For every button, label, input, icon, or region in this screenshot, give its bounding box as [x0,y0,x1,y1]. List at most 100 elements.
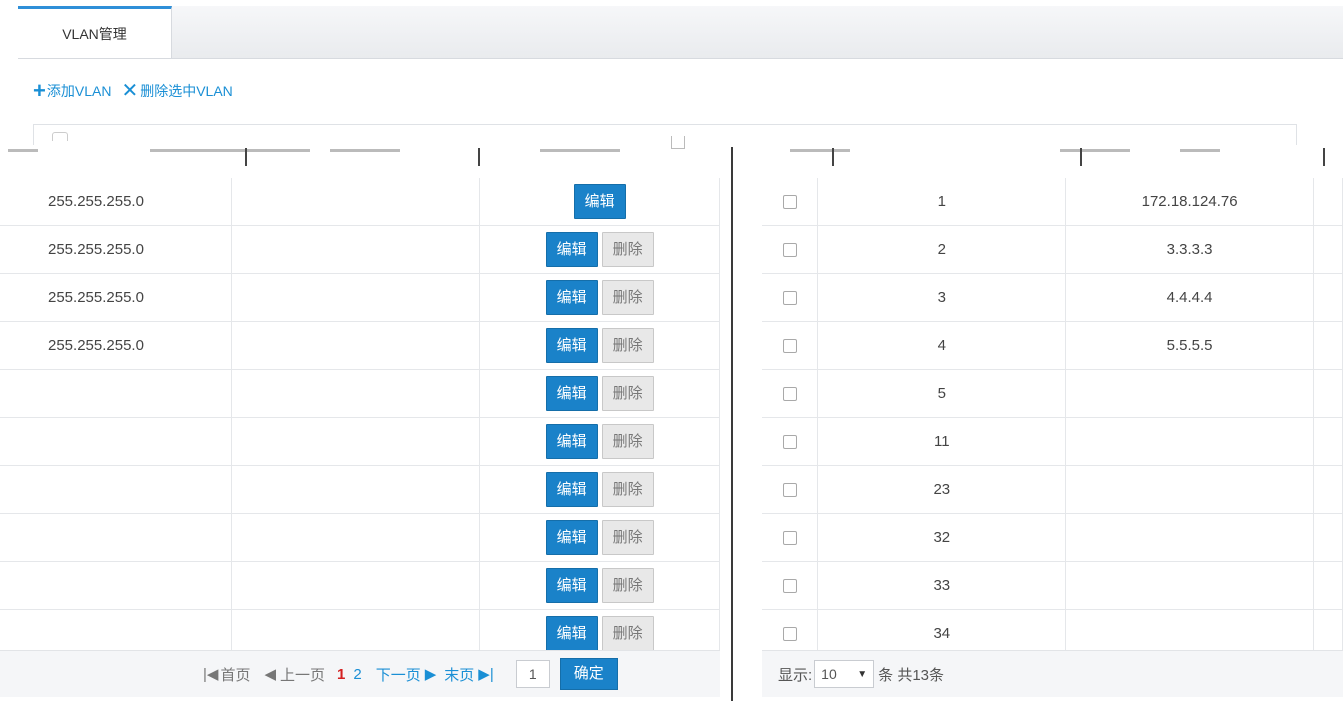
checkbox-cell [762,225,819,274]
page-size-select[interactable]: 10 ▼ [814,660,875,688]
row-checkbox[interactable] [782,243,797,258]
add-vlan-button[interactable]: + 添加VLAN [33,80,111,102]
empty-cell [1313,273,1343,322]
pane-divider [731,147,733,701]
page-link-2[interactable]: 2 [353,666,361,683]
next-page-link[interactable]: 下一页 [376,664,421,685]
delete-button[interactable]: 删除 [601,376,654,411]
mask-cell: 255.255.255.0 [0,273,233,322]
edit-button[interactable]: 编辑 [545,616,598,651]
row-checkbox[interactable] [782,291,797,306]
edit-button[interactable]: 编辑 [545,376,598,411]
empty-cell [231,465,481,514]
header-smudge [1180,149,1220,152]
checkbox-cell [762,417,819,466]
ops-cell: 编辑 删除 [479,321,720,370]
edit-button[interactable]: 编辑 [545,232,598,267]
last-page-icon[interactable]: ▶| [478,665,493,683]
prev-page-icon: ◀ [264,666,276,683]
row-checkbox[interactable] [782,579,797,594]
checkbox-cell [762,321,819,370]
first-page-link[interactable]: 首页 [220,664,250,685]
edit-button[interactable]: 编辑 [545,520,598,555]
tab-bar: VLAN管理 [18,6,1343,59]
first-page-icon: |◀ [203,666,219,683]
empty-cell [1313,465,1343,514]
header-smudge [8,149,38,152]
vlan-id-cell: 32 [817,513,1067,562]
row-checkbox[interactable] [782,531,797,546]
delete-button[interactable]: 删除 [601,232,654,267]
edit-button[interactable]: 编辑 [545,280,598,315]
edit-button[interactable]: 编辑 [545,328,598,363]
header-select-all-checkbox[interactable] [52,132,68,141]
row-checkbox[interactable] [782,483,797,498]
mask-cell [0,417,233,466]
header-smudge [330,149,400,152]
go-button[interactable]: 确定 [559,658,618,690]
delete-button[interactable]: 删除 [601,328,654,363]
table-row: 4 5.5.5.5 [762,321,1343,370]
page-size-control: 显示: 10 ▼ 条 共13条 [778,660,944,688]
delete-selected-vlan-button[interactable]: ✕ 删除选中VLAN [121,81,232,101]
ip-cell [1065,561,1315,610]
last-page-link[interactable]: 末页 [444,664,474,685]
table-row: 11 [762,417,1343,466]
vlan-id-cell: 11 [817,417,1067,466]
row-checkbox[interactable] [782,627,797,642]
edit-button[interactable]: 编辑 [545,424,598,459]
delete-button[interactable]: 删除 [601,424,654,459]
delete-button[interactable]: 删除 [601,568,654,603]
left-table: 255.255.255.0 编辑 255.255.255.0 编辑 删除 255.255.… [0,178,720,658]
prev-page-link[interactable]: 上一页 [280,664,325,685]
page-number-input[interactable]: 1 [515,660,550,688]
pagination: |◀ 首页 ◀ 上一页 1 2 下一页 ▶ 末页 ▶| 1 确定 [203,658,618,690]
empty-cell [231,369,481,418]
table-row: 32 [762,513,1343,562]
toolbar: + 添加VLAN ✕ 删除选中VLAN [33,80,233,102]
vlan-id-cell: 33 [817,561,1067,610]
ip-cell: 5.5.5.5 [1065,321,1315,370]
edit-button[interactable]: 编辑 [545,472,598,507]
delete-button[interactable]: 删除 [601,472,654,507]
checkbox-cell [762,273,819,322]
table-row: 23 [762,465,1343,514]
dropdown-caret-icon: ▼ [857,668,868,680]
row-checkbox[interactable] [782,195,797,210]
table-row: 255.255.255.0 编辑 删除 [0,225,720,274]
empty-cell [231,178,481,226]
table-row: 2 3.3.3.3 [762,225,1343,274]
delete-button[interactable]: 删除 [601,520,654,555]
ip-cell: 3.3.3.3 [1065,225,1315,274]
empty-cell [1313,513,1343,562]
delete-button[interactable]: 删除 [601,616,654,651]
mask-cell: 255.255.255.0 [0,321,233,370]
ops-cell: 编辑 删除 [479,273,720,322]
empty-cell [1313,225,1343,274]
table-row: 5 [762,369,1343,418]
edit-button[interactable]: 编辑 [573,184,626,219]
tab-vlan-management[interactable]: VLAN管理 [18,6,172,58]
row-checkbox[interactable] [782,339,797,354]
total-count-label: 条 共13条 [878,666,945,684]
empty-cell [1313,561,1343,610]
pagination-bar: |◀ 首页 ◀ 上一页 1 2 下一页 ▶ 末页 ▶| 1 确定 [0,650,720,697]
delete-button[interactable]: 删除 [601,280,654,315]
empty-cell [1313,369,1343,418]
row-checkbox[interactable] [782,387,797,402]
empty-cell [231,417,481,466]
table-row: 编辑 删除 [0,417,720,466]
ops-cell: 编辑 删除 [479,369,720,418]
header-outline [33,124,1297,145]
left-table-pane: 255.255.255.0 编辑 255.255.255.0 编辑 删除 255.255.… [0,178,720,658]
header-smudge [1060,149,1130,152]
next-page-icon[interactable]: ▶ [425,665,437,683]
checkbox-cell [762,561,819,610]
row-checkbox[interactable] [782,435,797,450]
mask-cell [0,561,233,610]
table-row: 33 [762,561,1343,610]
empty-cell [231,561,481,610]
edit-button[interactable]: 编辑 [545,568,598,603]
checkbox-cell [762,178,819,226]
empty-cell [1313,321,1343,370]
